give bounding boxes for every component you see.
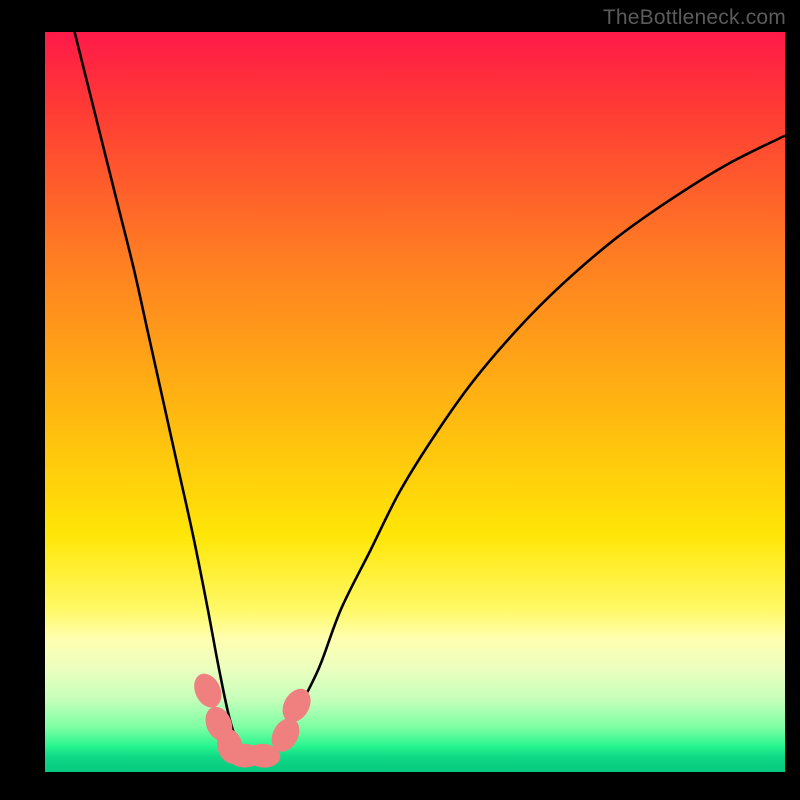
trough-markers <box>189 669 316 769</box>
curve-layer <box>45 32 785 772</box>
watermark-label: TheBottleneck.com <box>603 6 786 30</box>
bottleneck-curve <box>75 32 785 759</box>
plot-area <box>45 32 785 772</box>
chart-frame: TheBottleneck.com <box>0 0 800 800</box>
